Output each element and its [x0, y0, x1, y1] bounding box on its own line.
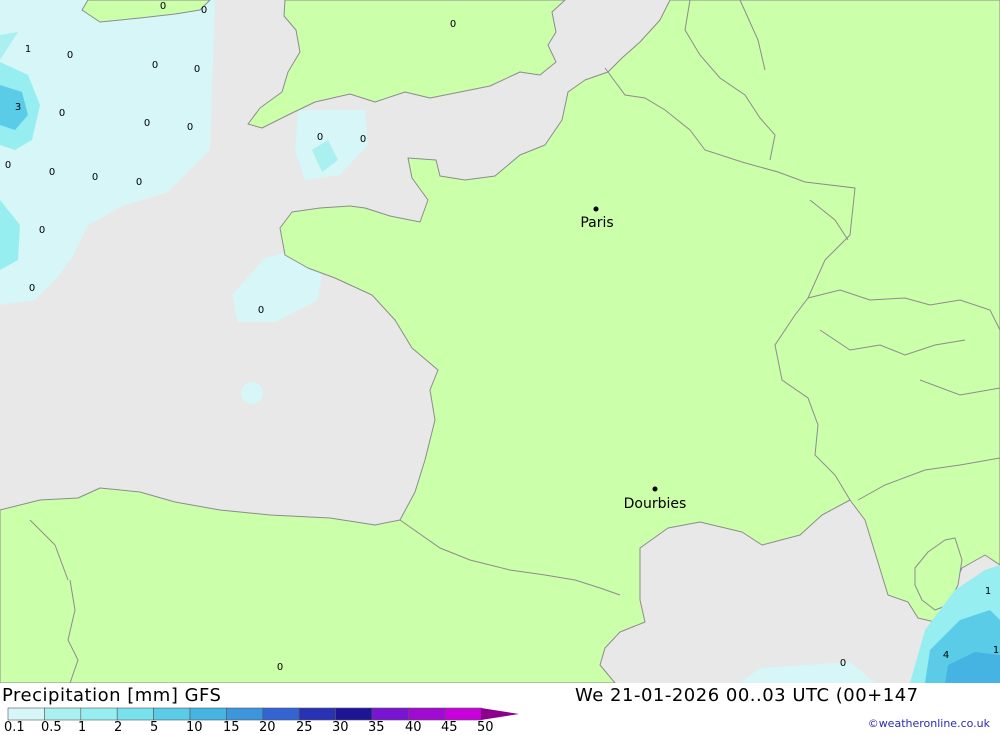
- contour-label: 0: [360, 134, 366, 145]
- legend-color-box: [335, 707, 373, 721]
- paris-marker: [593, 206, 599, 212]
- contour-label: 0: [39, 225, 45, 236]
- legend-color-box: [44, 707, 82, 721]
- contour-label: 0: [277, 662, 283, 673]
- legend-color-box: [189, 707, 227, 721]
- contour-label: 0: [258, 305, 264, 316]
- contour-label: 0: [194, 64, 200, 75]
- map-canvas[interactable]: Paris Dourbies 0 0 0 1 0 0 0 3 0 0 0 0 0…: [0, 0, 1000, 684]
- dourbies-marker: [652, 486, 658, 492]
- contour-label: 3: [15, 102, 21, 113]
- contour-label: 0: [67, 50, 73, 61]
- chart-title: Precipitation [mm] GFS: [2, 685, 222, 706]
- contour-label: 1: [25, 44, 31, 55]
- contour-label: 0: [201, 5, 207, 16]
- contour-label: 0: [152, 60, 158, 71]
- contour-label: 0: [5, 160, 11, 171]
- legend-color-box: [444, 707, 482, 721]
- legend-color-box: [371, 707, 409, 721]
- contour-label: 0: [59, 108, 65, 119]
- forecast-datetime: We 21-01-2026 00..03 UTC (00+147: [575, 685, 919, 706]
- legend-color-box: [80, 707, 118, 721]
- footer-bar: Precipitation [mm] GFS We 21-01-2026 00.…: [0, 683, 1000, 735]
- contour-label: 0: [136, 177, 142, 188]
- legend-color-box: [298, 707, 336, 721]
- contour-label: 0: [29, 283, 35, 294]
- city-label-dourbies: Dourbies: [624, 496, 687, 512]
- contour-label: 0: [450, 19, 456, 30]
- contour-label: 0: [92, 172, 98, 183]
- contour-label: 0: [840, 658, 846, 669]
- copyright-link[interactable]: ©weatheronline.co.uk: [868, 717, 990, 730]
- legend-arrow: [481, 708, 519, 720]
- legend-color-box: [262, 707, 300, 721]
- legend-color-box: [226, 707, 264, 721]
- contour-label: 4: [943, 650, 949, 661]
- contour-label: 0: [160, 1, 166, 12]
- contour-label: 0: [187, 122, 193, 133]
- legend-color-box: [116, 707, 154, 721]
- contour-label: 0: [49, 167, 55, 178]
- legend-color-box: [7, 707, 45, 721]
- legend-color-box: [153, 707, 191, 721]
- precipitation-legend: [7, 707, 519, 721]
- city-label-paris: Paris: [580, 215, 613, 231]
- contour-label: 0: [144, 118, 150, 129]
- contour-label: 1: [985, 586, 991, 597]
- contour-label: 1: [993, 645, 999, 656]
- contour-label: 0: [317, 132, 323, 143]
- legend-color-box: [408, 707, 446, 721]
